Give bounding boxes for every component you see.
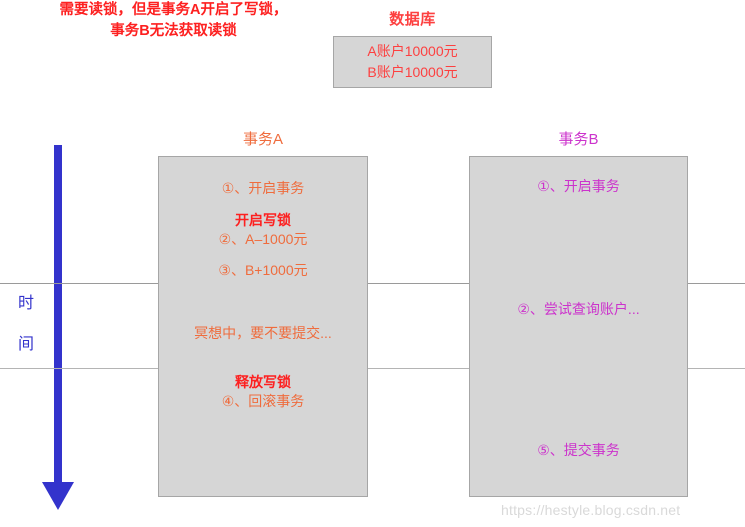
diagram-canvas: 数据库 A账户10000元 B账户10000元 时 间 事务A ①、开启事务 开… xyxy=(0,0,745,527)
database-title: 数据库 xyxy=(389,11,436,28)
transaction-b-step-1: ①、开启事务 xyxy=(537,178,620,194)
database-account-a: A账户10000元 xyxy=(367,43,458,59)
transaction-a-step-4: ④、回滚事务 xyxy=(221,393,305,409)
transaction-a-write-lock-acquire: 开启写锁 xyxy=(235,212,291,228)
transaction-a-title: 事务A xyxy=(242,131,283,148)
transaction-a-step-3: ③、B+1000元 xyxy=(218,262,308,278)
database-account-b: B账户10000元 xyxy=(367,64,458,80)
transaction-a-thinking-note: 冥想中，要不要提交... xyxy=(194,325,332,341)
transaction-b-title: 事务B xyxy=(558,131,599,148)
transaction-b-warning-line-2: 事务B无法获取读锁 xyxy=(110,23,237,39)
watermark: https://hestyle.blog.csdn.net xyxy=(501,502,681,518)
transaction-b-warning-line-1: 需要读锁，但是事务A开启了写锁， xyxy=(59,2,288,18)
time-axis-label-char-2: 间 xyxy=(18,336,35,353)
transaction-a-write-lock-release: 释放写锁 xyxy=(235,374,291,390)
transaction-a-step-1: ①、开启事务 xyxy=(221,180,305,196)
transaction-b-step-2: ②、尝试查询账户... xyxy=(517,301,640,317)
transaction-a-step-2: ②、A–1000元 xyxy=(218,231,308,247)
transaction-b-step-5: ⑤、提交事务 xyxy=(537,442,620,458)
time-axis-label-char-1: 时 xyxy=(18,295,35,312)
database-box: A账户10000元 B账户10000元 xyxy=(333,36,492,88)
time-axis-arrowhead-icon xyxy=(42,482,74,510)
time-axis-line xyxy=(54,145,62,485)
transaction-b-read-lock-warning: 需要读锁，但是事务A开启了写锁， 事务B无法获取读锁 xyxy=(0,0,347,42)
